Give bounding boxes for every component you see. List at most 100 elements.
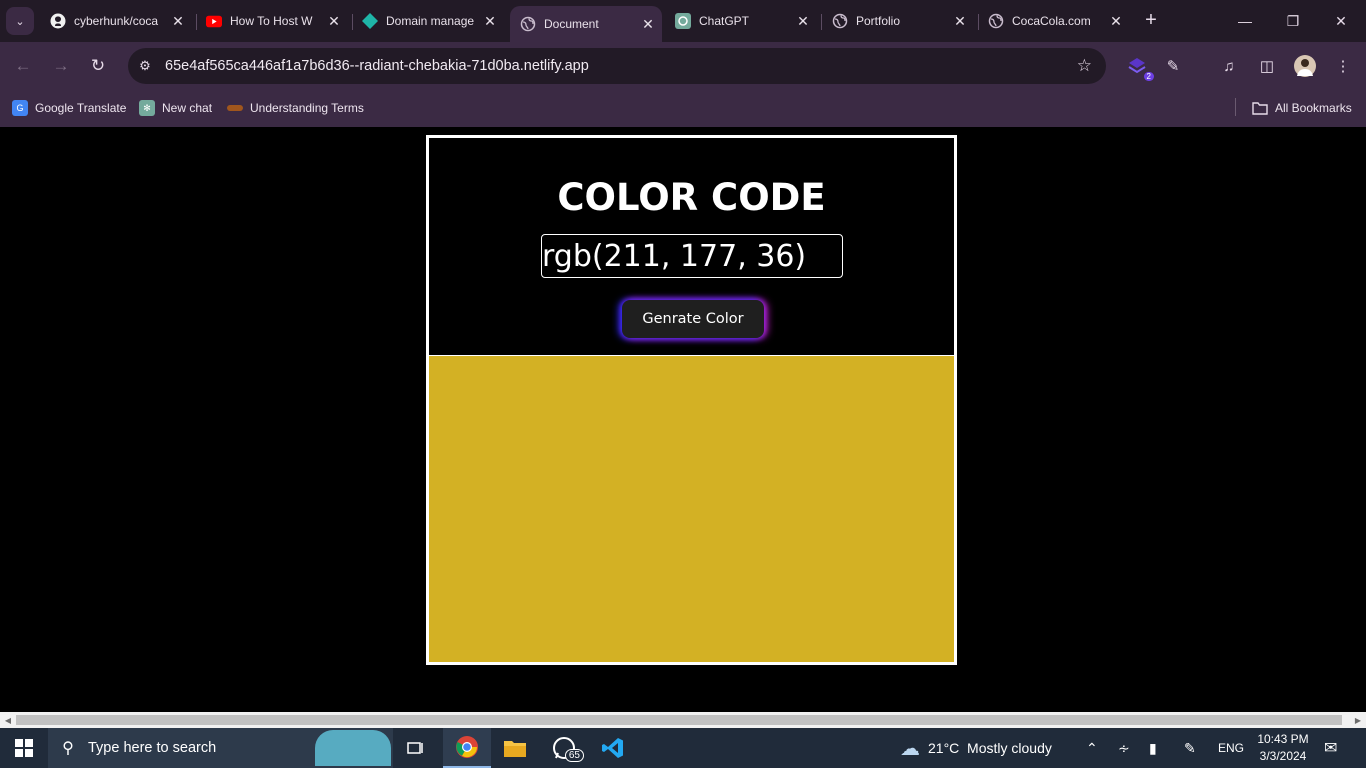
tab-youtube[interactable]: How To Host W ✕ (196, 6, 348, 36)
chrome-icon (456, 736, 478, 758)
tab-title: Domain manage (386, 14, 475, 28)
close-icon[interactable]: ✕ (482, 13, 498, 29)
pen-icon[interactable]: ✎ (1184, 728, 1196, 768)
extension-icon[interactable]: 2 (1126, 55, 1154, 81)
address-bar[interactable]: ⚙ 65e4af565ca446af1a7b6d36--radiant-cheb… (128, 48, 1106, 84)
cloudy-weather-icon: ☁ (900, 737, 920, 760)
close-icon[interactable]: ✕ (795, 13, 811, 29)
show-hidden-icons-button[interactable]: ⌃ (1086, 728, 1098, 768)
tab-chatgpt[interactable]: ChatGPT ✕ (665, 6, 817, 36)
close-icon[interactable]: ✕ (952, 13, 968, 29)
tab-domain-management[interactable]: Domain manage ✕ (352, 6, 504, 36)
bookmark-label: Google Translate (35, 101, 127, 115)
globe-icon (520, 16, 536, 32)
tab-portfolio[interactable]: Portfolio ✕ (822, 6, 974, 36)
github-icon (50, 13, 66, 29)
url-text[interactable]: 65e4af565ca446af1a7b6d36--radiant-chebak… (165, 58, 589, 74)
close-window-button[interactable]: ✕ (1318, 0, 1364, 42)
youtube-icon (206, 13, 222, 29)
search-icon: ⚲ (62, 740, 74, 757)
page-viewport: COLOR CODE Genrate Color (0, 127, 1366, 712)
bookmark-label: Understanding Terms (250, 101, 364, 115)
new-tab-button[interactable]: + (1140, 9, 1162, 31)
taskbar-clock[interactable]: 10:43 PM 3/3/2024 (1252, 731, 1314, 765)
reload-button[interactable]: ↻ (86, 54, 110, 78)
site-info-icon[interactable]: ⚙ (136, 57, 154, 75)
taskbar-file-explorer[interactable] (491, 728, 539, 768)
generate-color-button[interactable]: Genrate Color (622, 300, 764, 338)
close-icon[interactable]: ✕ (170, 13, 186, 29)
color-code-input[interactable] (541, 234, 843, 278)
whatsapp-badge: 65 (564, 749, 584, 762)
tab-cocacola[interactable]: CocaCola.com ✕ (978, 6, 1130, 36)
close-icon[interactable]: ✕ (326, 13, 342, 29)
search-placeholder: Type here to search (88, 740, 217, 756)
tab-title: Document (544, 17, 599, 31)
taskbar-vscode[interactable] (589, 728, 637, 768)
globe-icon (832, 13, 848, 29)
scroll-right-icon[interactable]: ▶ (1353, 715, 1363, 725)
color-generator-card: COLOR CODE Genrate Color (426, 135, 957, 665)
bookmark-understanding-terms[interactable]: Understanding Terms (227, 97, 364, 119)
extension-badge: 2 (1143, 72, 1154, 81)
bookmark-label: New chat (162, 101, 213, 115)
start-button[interactable] (0, 728, 48, 768)
tab-title: How To Host W (230, 14, 313, 28)
bookmark-favicon (227, 105, 243, 111)
side-panel-icon[interactable]: ◫ (1256, 55, 1278, 77)
vscode-icon (602, 738, 623, 758)
task-view-icon (407, 742, 423, 754)
back-button[interactable]: ← (11, 54, 35, 78)
language-indicator[interactable]: ENG (1218, 728, 1244, 768)
google-translate-icon: G (12, 100, 28, 116)
extensions-puzzle-icon[interactable]: ✎ (1162, 55, 1184, 77)
tab-search-button[interactable]: ⌄ (6, 7, 34, 35)
tab-document[interactable]: Document ✕ (510, 6, 662, 42)
more-menu-icon[interactable]: ⋮ (1332, 55, 1354, 77)
bookmark-google-translate[interactable]: G Google Translate (12, 97, 126, 119)
notifications-icon[interactable]: ✉ (1324, 728, 1337, 768)
all-bookmarks-label: All Bookmarks (1275, 101, 1352, 115)
tab-title: ChatGPT (699, 14, 750, 28)
folder-icon (504, 741, 526, 757)
browser-chrome: ⌄ cyberhunk/coca ✕ How To Host W ✕ Domai… (0, 0, 1366, 127)
windows-logo-icon (15, 739, 33, 757)
bookmarks-divider (1235, 98, 1236, 116)
network-icon[interactable]: ∻ (1118, 728, 1130, 768)
bookmark-new-chat[interactable]: ✻ New chat (139, 97, 212, 119)
windows-taskbar: ⚲ Type here to search 65 ☁ 21°C Mostly c… (0, 728, 1366, 768)
chatgpt-icon: ✻ (139, 100, 155, 116)
weather-widget[interactable]: ☁ 21°C Mostly cloudy (900, 728, 1052, 768)
clock-time: 10:43 PM (1257, 732, 1309, 746)
globe-icon (988, 13, 1004, 29)
taskbar-chrome[interactable] (443, 728, 491, 768)
close-icon[interactable]: ✕ (640, 16, 656, 32)
horizontal-scrollbar[interactable]: ◀ ▶ (0, 712, 1366, 728)
restore-button[interactable]: ❐ (1270, 0, 1316, 42)
taskbar-search[interactable]: ⚲ Type here to search (48, 728, 393, 768)
tab-title: cyberhunk/coca (74, 14, 159, 28)
folder-icon (1252, 100, 1268, 116)
battery-icon[interactable]: ▮ (1149, 728, 1157, 768)
netlify-icon (362, 13, 378, 29)
scroll-left-icon[interactable]: ◀ (3, 715, 13, 725)
scrollbar-thumb[interactable] (16, 715, 1342, 725)
bookmark-star-icon[interactable]: ☆ (1077, 56, 1092, 76)
clock-date: 3/3/2024 (1259, 749, 1307, 763)
minimize-button[interactable]: — (1222, 0, 1268, 42)
chatgpt-icon (675, 13, 691, 29)
all-bookmarks-button[interactable]: All Bookmarks (1252, 97, 1352, 119)
page-title: COLOR CODE (557, 176, 826, 219)
color-swatch (429, 355, 954, 662)
task-view-button[interactable] (392, 728, 440, 768)
forward-button[interactable]: → (49, 54, 73, 78)
media-controls-icon[interactable]: ♫ (1218, 55, 1240, 77)
taskbar-whatsapp[interactable]: 65 (540, 728, 588, 768)
search-highlight-illustration (315, 730, 391, 766)
bookmarks-bar: G Google Translate ✻ New chat Understand… (0, 90, 1366, 127)
profile-avatar[interactable] (1294, 55, 1316, 77)
tab-title: Portfolio (856, 14, 901, 28)
close-icon[interactable]: ✕ (1108, 13, 1124, 29)
tab-github[interactable]: cyberhunk/coca ✕ (40, 6, 192, 36)
weather-text: 21°C Mostly cloudy (928, 740, 1052, 756)
